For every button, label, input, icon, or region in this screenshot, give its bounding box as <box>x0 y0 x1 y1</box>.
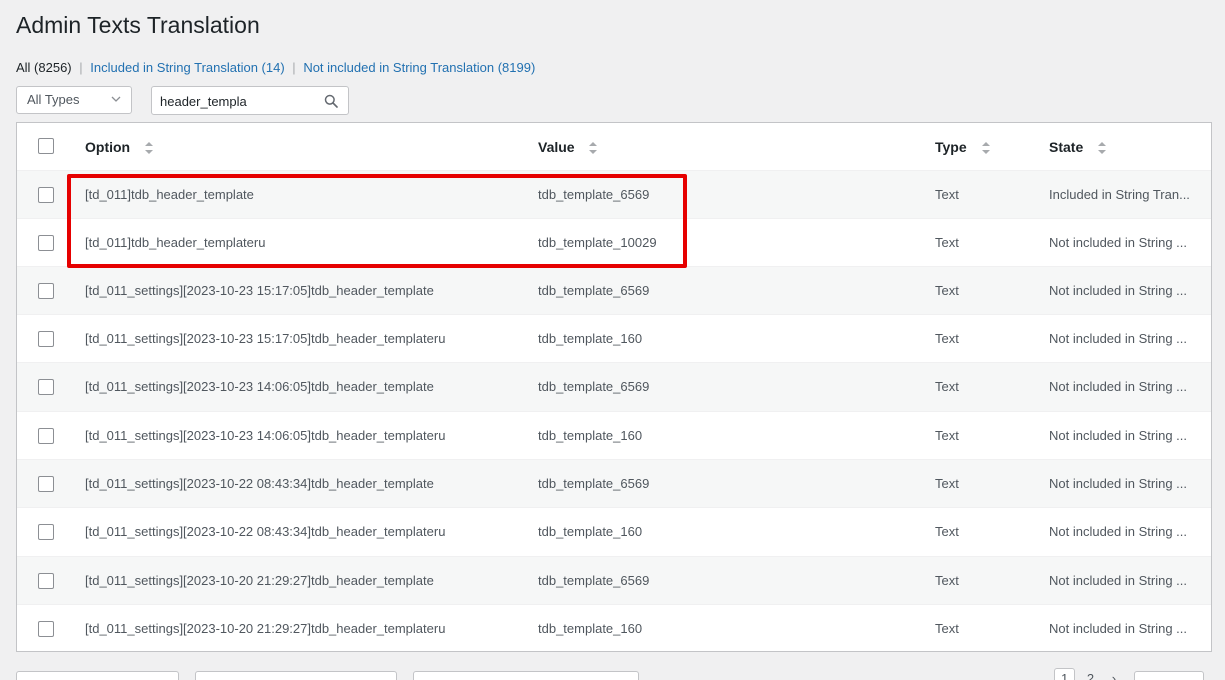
table-row[interactable]: [td_011_settings][2023-10-20 21:29:27]td… <box>17 556 1211 605</box>
cell-value: tdb_template_160 <box>538 621 643 636</box>
cell-state: Not included in String ... <box>1049 524 1188 539</box>
table-row[interactable]: [td_011_settings][2023-10-22 08:43:34]td… <box>17 459 1211 508</box>
cell-value: tdb_template_160 <box>538 428 643 443</box>
cell-value: tdb_template_6569 <box>538 379 650 394</box>
search-box <box>151 86 349 115</box>
cell-value: tdb_template_6569 <box>538 187 650 202</box>
cell-state: Not included in String ... <box>1049 428 1188 443</box>
cell-state: Not included in String ... <box>1049 379 1188 394</box>
cell-value: tdb_template_6569 <box>538 476 650 491</box>
filter-links: All (8256) | Included in String Translat… <box>16 60 535 76</box>
bulk-action-button[interactable] <box>413 671 639 680</box>
filter-all[interactable]: All (8256) <box>16 60 72 75</box>
column-state[interactable]: State <box>1049 138 1199 156</box>
cell-option: [td_011_settings][2023-10-22 08:43:34]td… <box>85 524 446 539</box>
sort-arrows-icon <box>981 142 990 155</box>
cell-type: Text <box>935 428 959 443</box>
cell-option: [td_011_settings][2023-10-23 14:06:05]td… <box>85 379 434 394</box>
select-all-checkbox[interactable] <box>38 138 54 154</box>
table-row[interactable]: [td_011_settings][2023-10-23 14:06:05]td… <box>17 362 1211 411</box>
type-select-value: All Types <box>27 92 80 107</box>
sort-arrows-icon <box>145 142 153 155</box>
table-header: Option Value Type State <box>17 123 1211 171</box>
column-state-label: State <box>1049 139 1084 155</box>
sort-arrows-icon <box>1098 142 1107 155</box>
table-row[interactable]: [td_011_settings][2023-10-23 14:06:05]td… <box>17 411 1211 460</box>
cell-option: [td_011_settings][2023-10-23 15:17:05]td… <box>85 283 434 298</box>
cell-state: Not included in String ... <box>1049 235 1188 250</box>
filter-included[interactable]: Included in String Translation (14) <box>90 60 284 75</box>
cell-state: Not included in String ... <box>1049 573 1188 588</box>
cell-value: tdb_template_160 <box>538 524 643 539</box>
cell-type: Text <box>935 187 959 202</box>
filter-separator: | <box>292 60 296 75</box>
next-page-icon[interactable]: › <box>1112 671 1116 680</box>
cell-type: Text <box>935 621 959 636</box>
cell-option: [td_011]tdb_header_template <box>85 187 254 202</box>
row-checkbox[interactable] <box>38 621 54 637</box>
bulk-action-button[interactable] <box>195 671 397 680</box>
cell-value: tdb_template_6569 <box>538 283 650 298</box>
cell-option: [td_011_settings][2023-10-20 21:29:27]td… <box>85 621 446 636</box>
row-checkbox[interactable] <box>38 476 54 492</box>
cell-option: [td_011_settings][2023-10-20 21:29:27]td… <box>85 573 434 588</box>
row-checkbox[interactable] <box>38 573 54 589</box>
cell-option: [td_011_settings][2023-10-22 08:43:34]td… <box>85 476 434 491</box>
row-checkbox[interactable] <box>38 379 54 395</box>
type-select[interactable]: All Types <box>16 86 132 114</box>
table-row[interactable]: [td_011]tdb_header_templateru tdb_templa… <box>17 218 1211 267</box>
cell-type: Text <box>935 331 959 346</box>
filter-separator: | <box>79 60 83 75</box>
pagination: 1 2 › <box>1054 668 1116 680</box>
cell-state: Not included in String ... <box>1049 621 1188 636</box>
row-checkbox[interactable] <box>38 428 54 444</box>
admin-texts-page: Admin Texts Translation All (8256) | Inc… <box>0 0 1225 680</box>
cell-value: tdb_template_10029 <box>538 235 657 250</box>
search-icon[interactable] <box>324 94 338 108</box>
bulk-action-button[interactable] <box>16 671 179 680</box>
cell-type: Text <box>935 524 959 539</box>
cell-type: Text <box>935 379 959 394</box>
page-title: Admin Texts Translation <box>16 12 260 38</box>
row-checkbox[interactable] <box>38 235 54 251</box>
row-checkbox[interactable] <box>38 524 54 540</box>
column-option-label: Option <box>85 139 131 155</box>
strings-table: Option Value Type State [td_011]tdb_head… <box>16 122 1212 652</box>
row-checkbox[interactable] <box>38 283 54 299</box>
cell-option: [td_011_settings][2023-10-23 15:17:05]td… <box>85 331 446 346</box>
cell-state: Not included in String ... <box>1049 331 1188 346</box>
cell-type: Text <box>935 573 959 588</box>
filter-not-included[interactable]: Not included in String Translation (8199… <box>303 60 535 75</box>
cell-type: Text <box>935 283 959 298</box>
column-option[interactable]: Option <box>85 138 525 156</box>
column-type[interactable]: Type <box>935 138 1025 156</box>
table-row[interactable]: [td_011_settings][2023-10-23 15:17:05]td… <box>17 266 1211 315</box>
row-checkbox[interactable] <box>38 331 54 347</box>
table-row[interactable]: [td_011_settings][2023-10-20 21:29:27]td… <box>17 604 1211 651</box>
column-value-label: Value <box>538 139 575 155</box>
cell-value: tdb_template_6569 <box>538 573 650 588</box>
search-input[interactable] <box>160 91 310 111</box>
table-row[interactable]: [td_011_settings][2023-10-23 15:17:05]td… <box>17 314 1211 363</box>
page-1-button[interactable]: 1 <box>1054 668 1076 680</box>
cell-state: Not included in String ... <box>1049 476 1188 491</box>
page-2-link[interactable]: 2 <box>1087 671 1094 680</box>
column-value[interactable]: Value <box>538 138 918 156</box>
sort-arrows-icon <box>589 142 598 155</box>
cell-state: Not included in String ... <box>1049 283 1188 298</box>
column-type-label: Type <box>935 139 967 155</box>
table-row[interactable]: [td_011_settings][2023-10-22 08:43:34]td… <box>17 507 1211 556</box>
cell-type: Text <box>935 476 959 491</box>
cell-option: [td_011]tdb_header_templateru <box>85 235 266 250</box>
cell-state: Included in String Tran... <box>1049 187 1190 202</box>
table-row[interactable]: [td_011]tdb_header_template tdb_template… <box>17 170 1211 219</box>
chevron-down-icon <box>111 96 121 102</box>
cell-type: Text <box>935 235 959 250</box>
per-page-button[interactable] <box>1134 671 1204 680</box>
cell-value: tdb_template_160 <box>538 331 643 346</box>
row-checkbox[interactable] <box>38 187 54 203</box>
cell-option: [td_011_settings][2023-10-23 14:06:05]td… <box>85 428 446 443</box>
